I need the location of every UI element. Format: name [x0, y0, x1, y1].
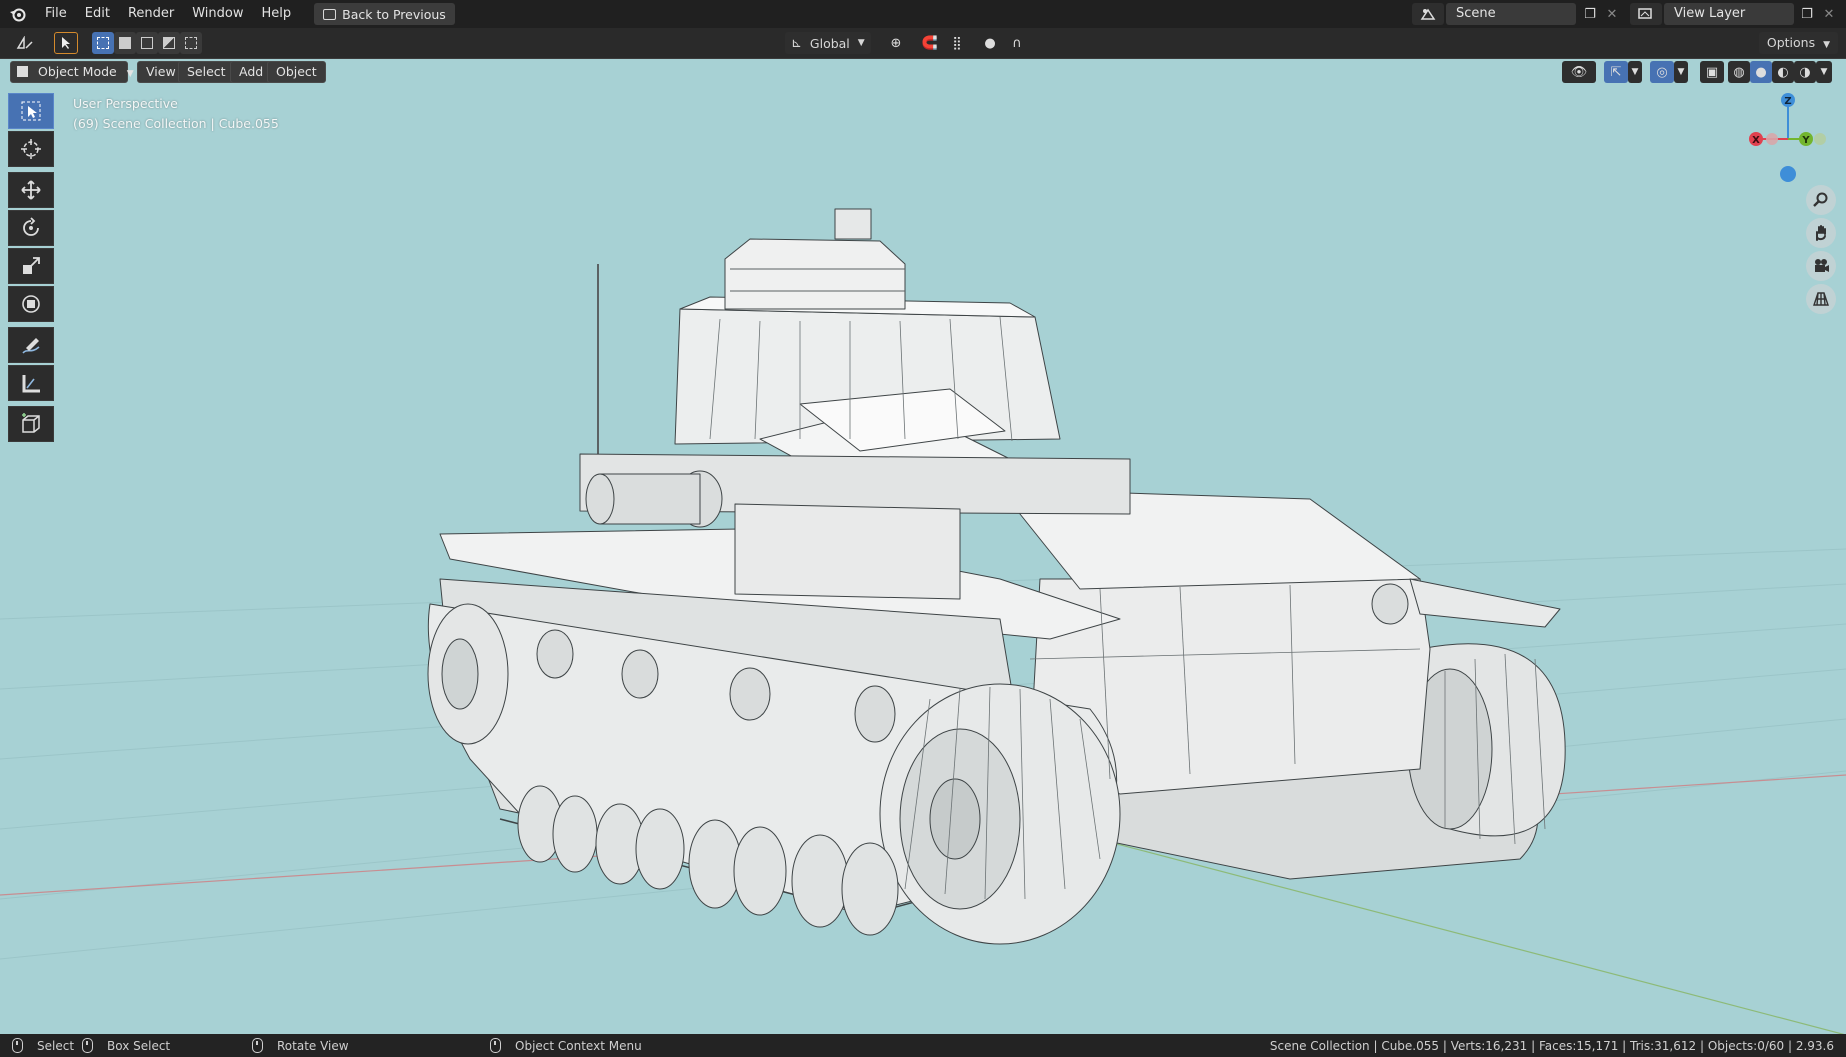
status-rotate-view-label: Rotate View	[277, 1038, 349, 1053]
status-box-select: Box Select	[82, 1038, 170, 1053]
select-subtract-mode-icon[interactable]	[136, 32, 158, 54]
active-tool-icon[interactable]	[54, 32, 78, 54]
snap-toggle-icon[interactable]: 🧲	[918, 32, 942, 54]
menu-edit[interactable]: Edit	[76, 0, 119, 28]
orientation-axes-icon: ⊾	[791, 35, 802, 51]
view-layer-field[interactable]: View Layer	[1664, 3, 1794, 25]
status-bar: Select Box Select Rotate View Object Con…	[0, 1034, 1846, 1057]
scene-type-icon[interactable]	[1412, 3, 1444, 25]
back-to-previous-label: Back to Previous	[342, 6, 446, 22]
back-to-previous-button[interactable]: Back to Previous	[314, 3, 455, 25]
editor-type-icon[interactable]	[8, 32, 42, 54]
mouse-left-icon	[12, 1038, 23, 1053]
new-view-layer-icon[interactable]: ❐	[1795, 3, 1819, 25]
chevron-down-icon: ▼	[1823, 40, 1830, 50]
menu-render[interactable]: Render	[119, 0, 183, 28]
transform-orientation-label: Global	[809, 35, 850, 51]
status-select-label: Select	[37, 1038, 75, 1053]
proportional-falloff-icon[interactable]: ∩	[1002, 32, 1032, 54]
tank-model	[427, 208, 1566, 945]
scene-name: Scene	[1456, 6, 1496, 21]
mouse-drag-icon	[82, 1038, 93, 1053]
select-invert-mode-icon[interactable]	[158, 32, 180, 54]
status-rotate-view: Rotate View	[252, 1038, 349, 1053]
options-label: Options	[1766, 35, 1816, 50]
status-context-menu: Object Context Menu	[490, 1038, 642, 1053]
back-icon	[323, 8, 337, 20]
view-layer-name: View Layer	[1674, 6, 1746, 21]
select-intersect-mode-icon[interactable]	[180, 32, 202, 54]
tool-settings-bar: ⊾ Global ▼ ⊕ 🧲 ⣿ ● ∩ Options ▼	[0, 28, 1846, 58]
new-scene-icon[interactable]: ❐	[1578, 3, 1602, 25]
delete-view-layer-icon[interactable]: ✕	[1817, 3, 1841, 25]
proportional-editing-icon[interactable]: ●	[978, 32, 1002, 54]
status-context-menu-label: Object Context Menu	[515, 1038, 642, 1053]
pivot-point-icon[interactable]: ⊕	[880, 32, 912, 54]
select-new-mode-icon[interactable]	[92, 32, 114, 54]
view-layer-type-icon[interactable]	[1630, 3, 1662, 25]
options-dropdown[interactable]: Options ▼	[1758, 32, 1838, 54]
menu-file[interactable]: File	[36, 0, 76, 28]
mouse-right-icon	[490, 1038, 501, 1053]
chevron-down-icon: ▼	[857, 38, 865, 48]
select-extend-mode-icon[interactable]	[114, 32, 136, 54]
mouse-middle-icon	[252, 1038, 263, 1053]
snap-target-icon[interactable]: ⣿	[942, 32, 972, 54]
status-select: Select	[12, 1038, 74, 1053]
scene-statistics: Scene Collection | Cube.055 | Verts:16,2…	[1269, 1038, 1834, 1053]
top-menu-bar: File Edit Render Window Help Back to Pre…	[0, 0, 1846, 28]
scene-render	[0, 208, 1846, 1034]
status-box-select-label: Box Select	[107, 1038, 171, 1053]
delete-scene-icon[interactable]: ✕	[1600, 3, 1624, 25]
menu-help[interactable]: Help	[253, 0, 301, 28]
blender-logo-icon[interactable]	[0, 0, 36, 28]
scene-field[interactable]: Scene	[1446, 3, 1576, 25]
3d-viewport[interactable]: Object Mode ▼ View Select Add Object 👁 ⇱…	[0, 58, 1846, 1034]
menu-window[interactable]: Window	[183, 0, 252, 28]
transform-orientation-dropdown[interactable]: ⊾ Global ▼	[785, 32, 871, 54]
